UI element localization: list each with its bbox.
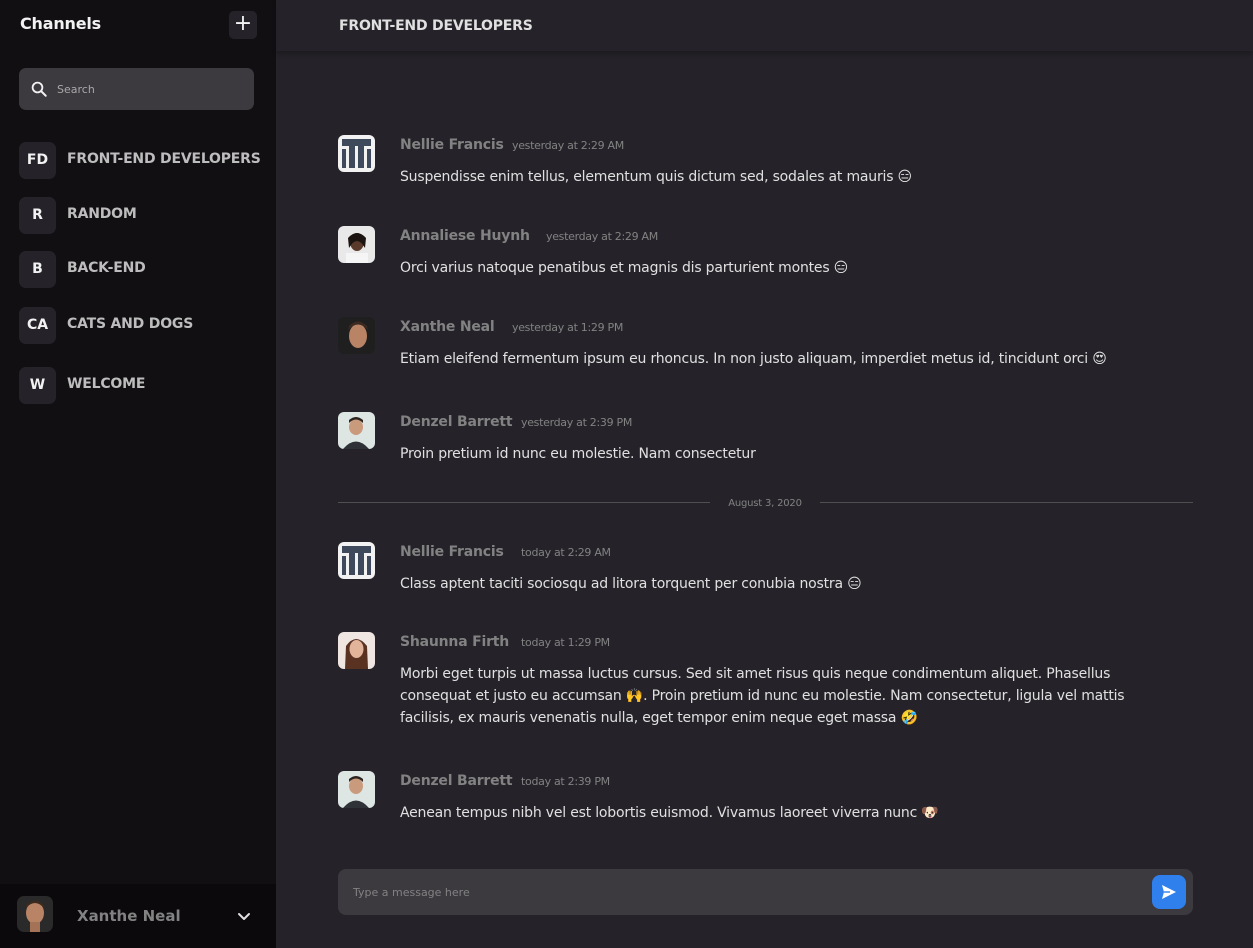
channel-name: WELCOME <box>67 376 146 392</box>
profile-name: Xanthe Neal <box>77 907 181 925</box>
sidebar-header: Channels + <box>0 0 276 50</box>
channel-abbr: W <box>19 367 56 404</box>
message-text: Etiam eleifend fermentum ipsum eu rhoncu… <box>400 351 1107 367</box>
profile-bar[interactable]: Xanthe Neal <box>0 884 276 948</box>
message-input[interactable] <box>353 869 1133 915</box>
divider-line <box>338 502 710 503</box>
date-divider: August 3, 2020 <box>728 498 802 509</box>
avatar <box>338 542 375 579</box>
message-timestamp: yesterday at 2:29 AM <box>546 230 658 243</box>
search-input[interactable] <box>57 68 247 110</box>
channel-abbr: FD <box>19 142 56 179</box>
message-author[interactable]: Denzel Barrett <box>400 414 513 430</box>
channel-abbr: R <box>19 197 56 234</box>
avatar <box>338 412 375 449</box>
message-text: Proin pretium id nunc eu molestie. Nam c… <box>400 446 756 462</box>
search-icon <box>31 81 47 97</box>
message-author[interactable]: Shaunna Firth <box>400 634 509 650</box>
send-button[interactable] <box>1152 875 1186 909</box>
message-timestamp: yesterday at 2:29 AM <box>512 139 624 152</box>
channel-item-random[interactable]: R RANDOM <box>19 196 259 234</box>
channel-header: FRONT-END DEVELOPERS <box>276 0 1253 51</box>
divider-line <box>820 502 1193 503</box>
message-author[interactable]: Annaliese Huynh <box>400 228 530 244</box>
send-icon <box>1162 885 1176 899</box>
message-text: Orci varius natoque penatibus et magnis … <box>400 260 849 276</box>
channel-item-back-end[interactable]: B BACK-END <box>19 250 259 288</box>
search-box[interactable] <box>19 68 254 110</box>
message-timestamp: today at 2:29 AM <box>521 546 611 559</box>
message-author[interactable]: Nellie Francis <box>400 544 504 560</box>
avatar <box>17 896 53 932</box>
avatar <box>338 135 375 172</box>
avatar <box>338 317 375 354</box>
message-composer <box>338 869 1193 915</box>
channel-item-cats-and-dogs[interactable]: CA CATS AND DOGS <box>19 306 259 344</box>
message-timestamp: today at 2:39 PM <box>521 775 610 788</box>
channel-name: BACK-END <box>67 260 146 276</box>
channel-abbr: CA <box>19 307 56 344</box>
channel-name: RANDOM <box>67 206 137 222</box>
message-timestamp: today at 1:29 PM <box>521 636 610 649</box>
chevron-down-icon[interactable] <box>236 908 252 924</box>
sidebar-title: Channels <box>20 14 101 33</box>
message-timestamp: yesterday at 1:29 PM <box>512 321 624 334</box>
message-text: Suspendisse enim tellus, elementum quis … <box>400 169 912 185</box>
message-text: Morbi eget turpis ut massa luctus cursus… <box>400 666 1125 726</box>
channel-item-welcome[interactable]: W WELCOME <box>19 366 259 404</box>
page-title: FRONT-END DEVELOPERS <box>339 18 533 34</box>
avatar <box>338 771 375 808</box>
message-text: Aenean tempus nibh vel est lobortis euis… <box>400 805 939 821</box>
message-timestamp: yesterday at 2:39 PM <box>521 416 633 429</box>
add-channel-button[interactable]: + <box>229 11 257 39</box>
channel-abbr: B <box>19 251 56 288</box>
message-text: Class aptent taciti sociosqu ad litora t… <box>400 576 862 592</box>
message-author[interactable]: Xanthe Neal <box>400 319 495 335</box>
channel-item-front-end-developers[interactable]: FD FRONT-END DEVELOPERS <box>19 141 261 179</box>
sidebar: Channels + FD FRONT-END DEVELOPERS R RAN… <box>0 0 276 948</box>
avatar <box>338 632 375 669</box>
message-author[interactable]: Nellie Francis <box>400 137 504 153</box>
message-author[interactable]: Denzel Barrett <box>400 773 513 789</box>
avatar <box>338 226 375 263</box>
channel-name: FRONT-END DEVELOPERS <box>67 151 261 167</box>
channel-name: CATS AND DOGS <box>67 316 194 332</box>
